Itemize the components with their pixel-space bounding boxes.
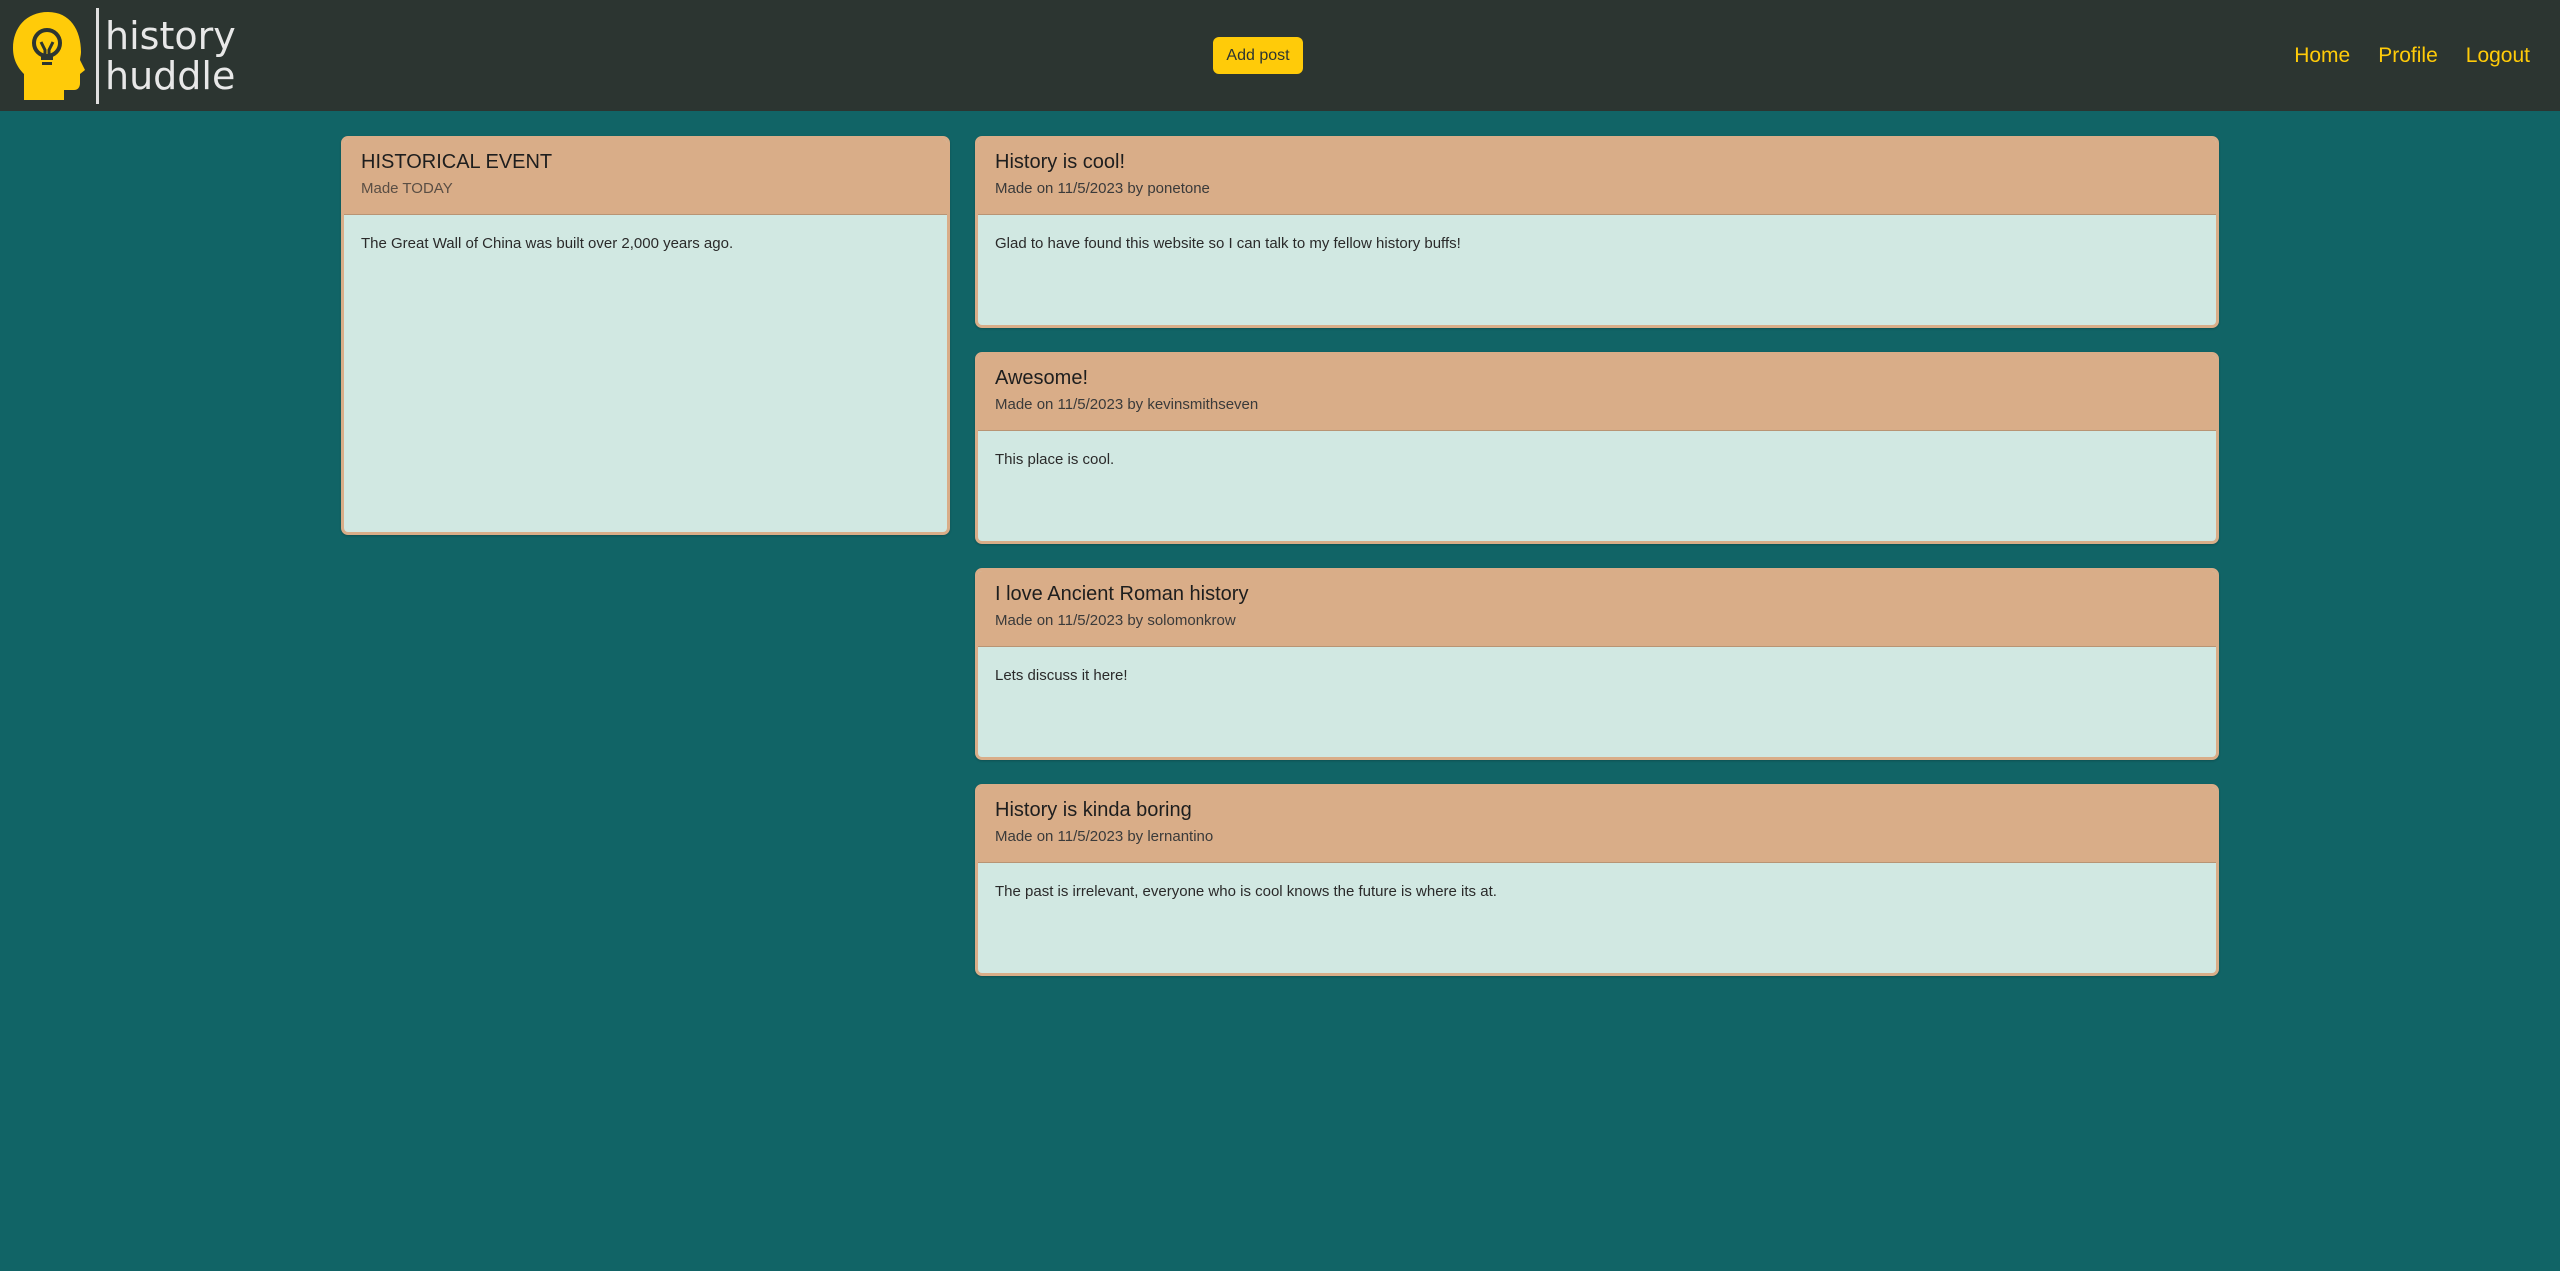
card-header: History is kinda boring Made on 11/5/202…: [978, 787, 2216, 863]
post-card[interactable]: I love Ancient Roman history Made on 11/…: [975, 568, 2219, 760]
brand-logo-link[interactable]: history huddle: [10, 7, 236, 105]
navbar: history huddle Add post Home Profile Log…: [0, 0, 2560, 111]
post-card[interactable]: History is kinda boring Made on 11/5/202…: [975, 784, 2219, 976]
brand-name-line2: huddle: [105, 54, 236, 98]
card-header: History is cool! Made on 11/5/2023 by po…: [978, 139, 2216, 215]
head-lightbulb-icon: [13, 12, 85, 100]
post-card[interactable]: History is cool! Made on 11/5/2023 by po…: [975, 136, 2219, 328]
post-card[interactable]: Awesome! Made on 11/5/2023 by kevinsmith…: [975, 352, 2219, 544]
brand-divider: [96, 8, 99, 104]
card-header: Awesome! Made on 11/5/2023 by kevinsmith…: [978, 355, 2216, 431]
nav-links: Home Profile Logout: [2266, 0, 2530, 111]
nav-link-logout[interactable]: Logout: [2466, 44, 2530, 68]
card-header: I love Ancient Roman history Made on 11/…: [978, 571, 2216, 647]
post-title: History is kinda boring: [995, 799, 1192, 821]
post-meta: Made on 11/5/2023 by lernantino: [995, 828, 1214, 845]
card-meta: Made TODAY: [361, 180, 453, 197]
card-body: The Great Wall of China was built over 2…: [361, 235, 734, 252]
brand-name-line1: history: [105, 14, 236, 58]
post-body: Lets discuss it here!: [995, 667, 1128, 684]
nav-link-home[interactable]: Home: [2294, 44, 2350, 68]
historical-event-card: HISTORICAL EVENT Made TODAY The Great Wa…: [341, 136, 950, 535]
post-meta: Made on 11/5/2023 by kevinsmithseven: [995, 396, 1259, 413]
card-header: HISTORICAL EVENT Made TODAY: [344, 139, 947, 215]
post-meta: Made on 11/5/2023 by solomonkrow: [995, 612, 1236, 629]
card-title: HISTORICAL EVENT: [361, 151, 553, 173]
post-body: This place is cool.: [995, 451, 1115, 468]
post-title: History is cool!: [995, 151, 1126, 173]
post-body: The past is irrelevant, everyone who is …: [995, 883, 1497, 900]
nav-link-profile[interactable]: Profile: [2378, 44, 2438, 68]
brand-name: history huddle: [105, 16, 236, 96]
add-post-button[interactable]: Add post: [1213, 37, 1303, 74]
post-body: Glad to have found this website so I can…: [995, 235, 1461, 252]
post-title: Awesome!: [995, 367, 1089, 389]
post-title: I love Ancient Roman history: [995, 583, 1249, 605]
post-meta: Made on 11/5/2023 by ponetone: [995, 180, 1210, 197]
